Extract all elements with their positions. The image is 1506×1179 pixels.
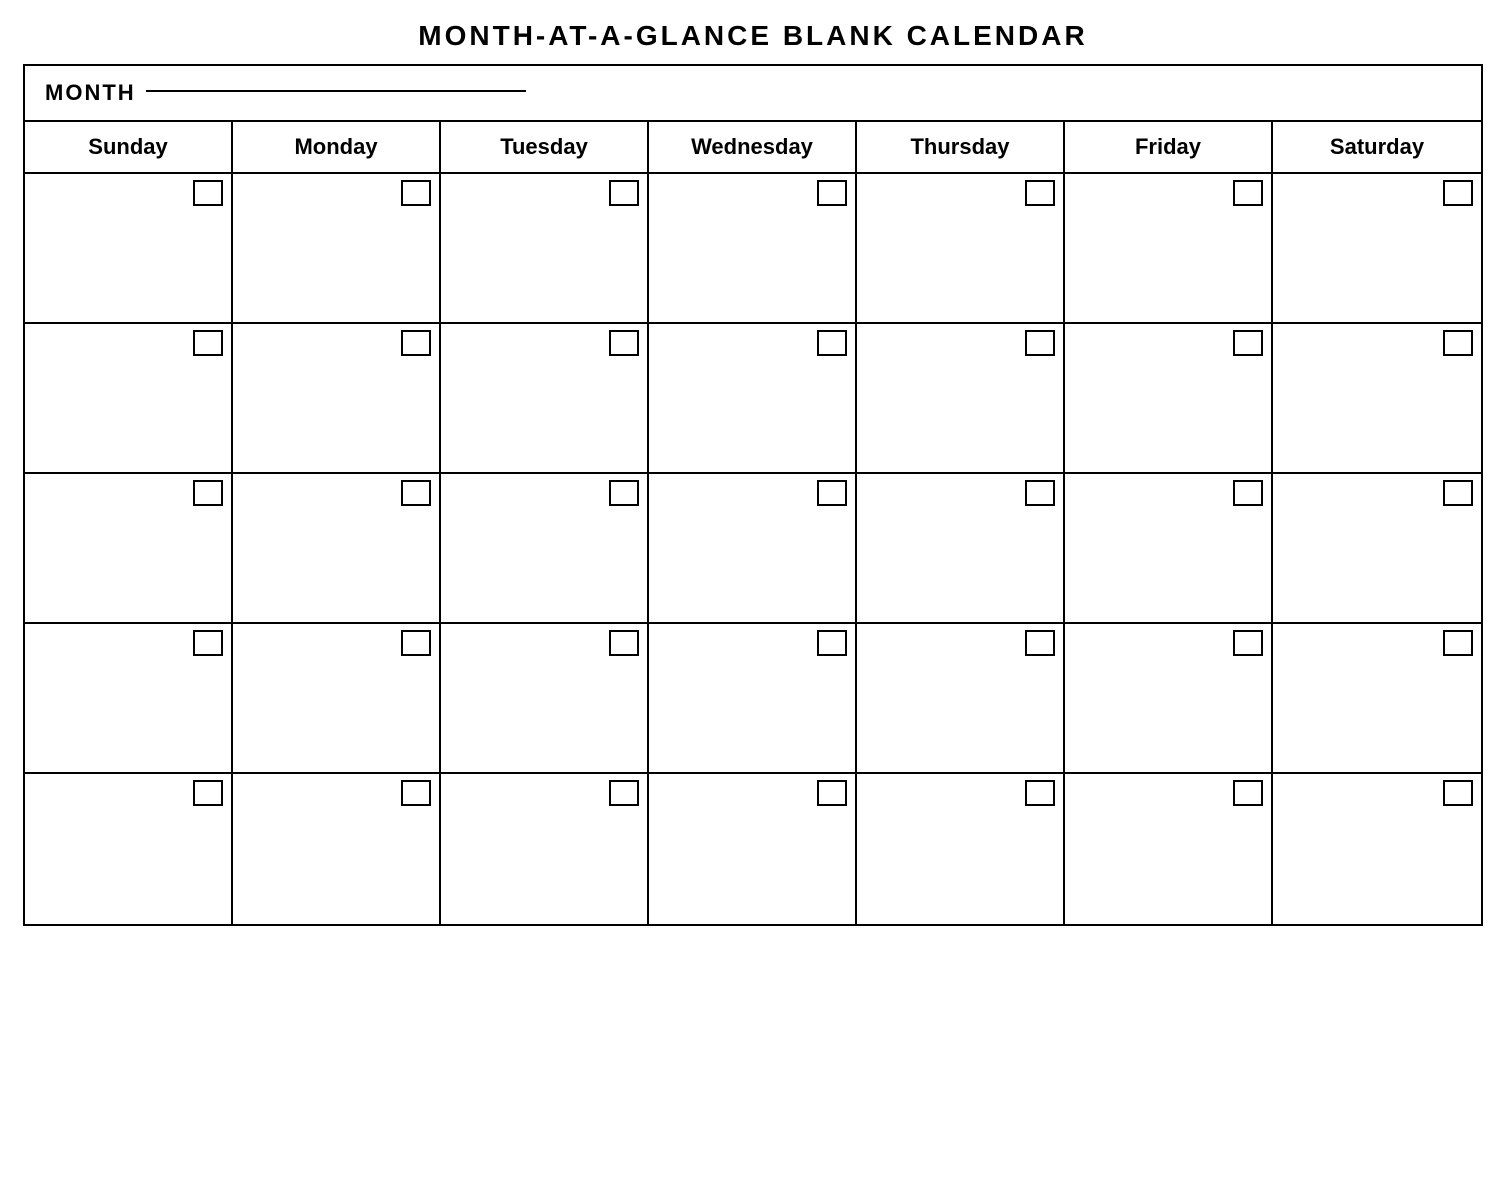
calendar-cell[interactable] [1273, 324, 1481, 474]
calendar-cell[interactable] [25, 474, 233, 624]
day-header-tuesday: Tuesday [441, 122, 649, 172]
date-box [609, 330, 639, 356]
date-box [1233, 480, 1263, 506]
calendar-cell[interactable] [25, 324, 233, 474]
calendar-cell[interactable] [233, 774, 441, 924]
date-box [1025, 180, 1055, 206]
day-header-monday: Monday [233, 122, 441, 172]
calendar-cell[interactable] [1273, 624, 1481, 774]
date-box [817, 780, 847, 806]
calendar-cell[interactable] [649, 624, 857, 774]
date-box [401, 330, 431, 356]
date-box [1233, 630, 1263, 656]
date-box [1443, 480, 1473, 506]
date-box [193, 330, 223, 356]
date-box [817, 180, 847, 206]
date-box [1443, 780, 1473, 806]
calendar-cell[interactable] [233, 624, 441, 774]
date-box [193, 180, 223, 206]
days-header: Sunday Monday Tuesday Wednesday Thursday… [25, 122, 1481, 174]
calendar-cell[interactable] [441, 474, 649, 624]
date-box [1443, 630, 1473, 656]
calendar-cell[interactable] [233, 174, 441, 324]
calendar-cell[interactable] [441, 174, 649, 324]
calendar-cell[interactable] [1273, 474, 1481, 624]
calendar-cell[interactable] [1273, 774, 1481, 924]
calendar-grid [25, 174, 1481, 924]
date-box [193, 780, 223, 806]
calendar-cell[interactable] [649, 774, 857, 924]
calendar-cell[interactable] [857, 774, 1065, 924]
day-header-friday: Friday [1065, 122, 1273, 172]
date-box [1025, 630, 1055, 656]
date-box [401, 780, 431, 806]
calendar-cell[interactable] [441, 774, 649, 924]
calendar-cell[interactable] [857, 474, 1065, 624]
date-box [609, 480, 639, 506]
date-box [1443, 330, 1473, 356]
day-header-wednesday: Wednesday [649, 122, 857, 172]
date-box [401, 630, 431, 656]
date-box [609, 780, 639, 806]
calendar-cell[interactable] [649, 324, 857, 474]
date-box [609, 630, 639, 656]
calendar-cell[interactable] [649, 174, 857, 324]
date-box [401, 480, 431, 506]
date-box [401, 180, 431, 206]
calendar-cell[interactable] [1065, 324, 1273, 474]
day-header-saturday: Saturday [1273, 122, 1481, 172]
date-box [1025, 480, 1055, 506]
date-box [609, 180, 639, 206]
date-box [1233, 180, 1263, 206]
date-box [1233, 330, 1263, 356]
date-box [817, 630, 847, 656]
calendar-cell[interactable] [233, 474, 441, 624]
calendar-cell[interactable] [649, 474, 857, 624]
date-box [1443, 180, 1473, 206]
calendar-cell[interactable] [857, 324, 1065, 474]
calendar-container: MONTH Sunday Monday Tuesday Wednesday Th… [23, 64, 1483, 926]
date-box [817, 480, 847, 506]
month-line [146, 90, 526, 92]
calendar-cell[interactable] [233, 324, 441, 474]
calendar-cell[interactable] [857, 624, 1065, 774]
calendar-cell[interactable] [441, 324, 649, 474]
calendar-cell[interactable] [25, 774, 233, 924]
date-box [1025, 330, 1055, 356]
calendar-cell[interactable] [1065, 624, 1273, 774]
calendar-cell[interactable] [441, 624, 649, 774]
date-box [1233, 780, 1263, 806]
calendar-cell[interactable] [1273, 174, 1481, 324]
calendar-cell[interactable] [25, 174, 233, 324]
calendar-cell[interactable] [1065, 774, 1273, 924]
month-row: MONTH [25, 66, 1481, 122]
calendar-cell[interactable] [25, 624, 233, 774]
day-header-thursday: Thursday [857, 122, 1065, 172]
calendar-cell[interactable] [1065, 174, 1273, 324]
calendar-cell[interactable] [857, 174, 1065, 324]
date-box [817, 330, 847, 356]
calendar-cell[interactable] [1065, 474, 1273, 624]
date-box [193, 630, 223, 656]
date-box [193, 480, 223, 506]
day-header-sunday: Sunday [25, 122, 233, 172]
page-title: MONTH-AT-A-GLANCE BLANK CALENDAR [23, 20, 1483, 52]
month-label: MONTH [45, 80, 136, 106]
date-box [1025, 780, 1055, 806]
page: MONTH-AT-A-GLANCE BLANK CALENDAR MONTH S… [23, 20, 1483, 926]
